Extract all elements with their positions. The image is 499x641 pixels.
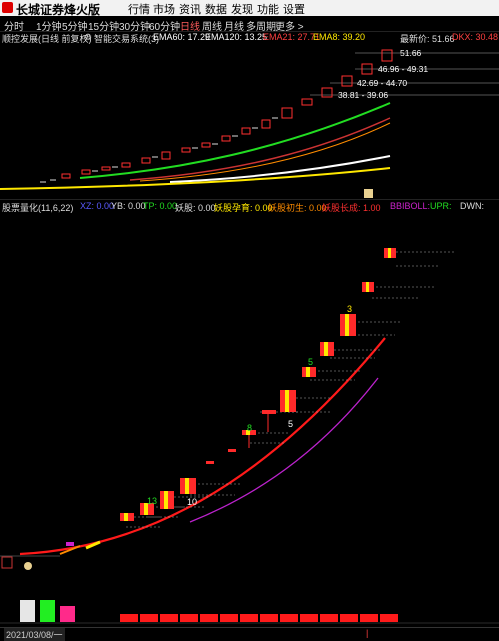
signal-number: 5 — [288, 419, 293, 429]
indicator-info-bar: 股票量化(11,6,22) XZ: 0.00 YB: 0.00 TP: 0.00… — [0, 199, 499, 213]
candle — [61, 173, 71, 179]
signal-number: 13 — [147, 496, 157, 506]
ema8-line — [0, 167, 391, 190]
price-label-1: 51.66 — [400, 48, 422, 58]
candle — [241, 127, 251, 135]
ema8-value: EMA8: 39.20 — [313, 32, 366, 42]
signal-candle — [228, 449, 236, 452]
volume-bar-white — [20, 600, 35, 622]
signal-candle — [206, 461, 214, 464]
signal-number: 10 — [187, 497, 197, 507]
price-label-3: 42.69 - 44.70 — [357, 78, 407, 88]
candle — [381, 49, 393, 62]
bbiboll-label: BBIBOLL: — [390, 201, 431, 211]
money-bag-icon — [24, 562, 32, 570]
candle — [281, 107, 293, 119]
menu-shichang[interactable]: 市场 — [153, 1, 175, 17]
price-label-4: 38.81 - 39.06 — [338, 90, 388, 100]
candle — [201, 142, 211, 148]
candle — [121, 162, 131, 168]
candle — [221, 135, 231, 142]
main-chart-info-bar: 顺控发展(日线 前复权) ⚙ 智能交易系统(3) EMA60: 17.29 EM… — [0, 31, 499, 44]
ema21-value: EMA21: 27.71 — [263, 32, 321, 42]
indicator-chart[interactable]: 13 10 8 5 5 3 — [0, 212, 499, 627]
candle — [101, 166, 111, 171]
candle — [81, 169, 91, 175]
period-bar: 分时 1分钟 5分钟 15分钟 30分钟 60分钟 日线 周线 月线 多周期 更… — [0, 16, 499, 33]
ema120-value: EMA120: 13.25 — [205, 32, 268, 42]
ema60-value: EMA60: 17.29 — [153, 32, 211, 42]
signal-candle — [262, 410, 276, 414]
tp-value: TP: 0.00 — [143, 201, 178, 211]
dashed-levels — [126, 251, 455, 528]
left-box — [1, 556, 13, 569]
menu-hangqing[interactable]: 行情 — [128, 1, 150, 17]
candles — [61, 49, 393, 179]
dkx-value: DKX: 30.48 — [452, 32, 499, 42]
menu-gongneng[interactable]: 功能 — [257, 1, 279, 17]
cursor-marker: | — [366, 628, 369, 638]
title-bar: 长城证券烽火版 行情 市场 资讯 数据 发现 功能 设置 — [0, 0, 499, 17]
signal-marker-icon — [364, 189, 373, 198]
menu-shezhi[interactable]: 设置 — [283, 1, 305, 17]
candle — [321, 87, 333, 98]
cursor-date: 2021/03/08/一 — [4, 628, 65, 641]
menu-zixun[interactable]: 资讯 — [179, 1, 201, 17]
price-label-2: 46.96 - 49.31 — [378, 64, 428, 74]
xz-value: XZ: 0.00 — [80, 201, 115, 211]
main-candle-chart[interactable]: 51.66 46.96 - 49.31 42.69 - 44.70 38.81 … — [0, 44, 499, 199]
red-trend-curve — [19, 337, 386, 556]
system-gear-icon[interactable]: ⚙ — [84, 32, 92, 43]
signal-candle — [66, 542, 74, 546]
yb-value: YB: 0.00 — [111, 201, 146, 211]
app-logo-icon — [2, 2, 13, 13]
bottom-red-strip — [120, 614, 398, 622]
signal-number: 8 — [247, 423, 252, 433]
signal-candles — [66, 248, 396, 546]
candle — [261, 119, 271, 129]
candle — [301, 98, 313, 106]
menu-faxian[interactable]: 发现 — [231, 1, 253, 17]
footer-bar: 2021/03/08/一 | — [0, 627, 499, 641]
volume-bar-green — [40, 600, 55, 622]
candle — [341, 75, 353, 87]
upr-label: UPR: — [430, 201, 452, 211]
signal-number: 5 — [308, 357, 313, 367]
menu-shuju[interactable]: 数据 — [205, 1, 227, 17]
volume-bar-pink — [60, 606, 75, 622]
candle — [161, 151, 171, 160]
candle — [141, 157, 151, 164]
candle — [181, 147, 191, 153]
signal-number: 3 — [347, 304, 352, 314]
dwn-label: DWN: — [460, 201, 484, 211]
